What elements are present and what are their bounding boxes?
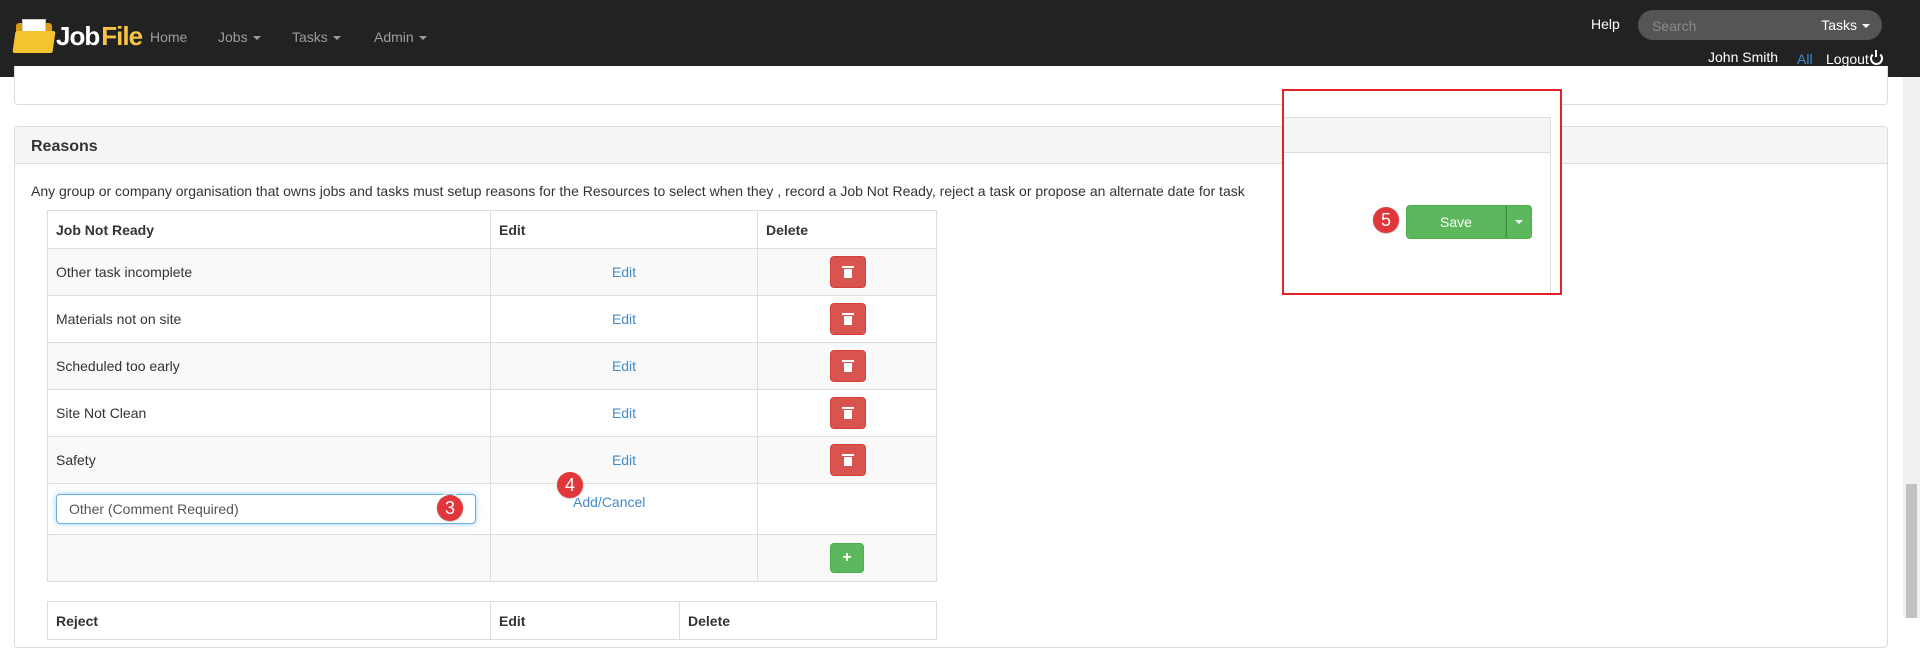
delete-button[interactable]	[830, 444, 866, 476]
reject-table: Reject Edit Delete	[47, 601, 937, 640]
add-reason-button[interactable]: +	[830, 543, 864, 573]
caret-down-icon	[252, 36, 261, 41]
user-name[interactable]: John Smith	[1708, 49, 1778, 65]
panel-title: Reasons	[31, 138, 98, 155]
delete-button[interactable]	[830, 303, 866, 335]
step-badge-3: 3	[435, 493, 465, 523]
column-header: Delete	[757, 210, 937, 249]
new-reason-input[interactable]	[56, 494, 476, 524]
nav-tasks[interactable]: Tasks	[292, 29, 341, 45]
table-row: Materials not on site Edit	[47, 295, 937, 343]
table-row: Site Not Clean Edit	[47, 389, 937, 437]
new-reason-row	[47, 483, 937, 535]
search-scope-dropdown[interactable]: Tasks	[1821, 17, 1870, 33]
trash-icon	[842, 360, 854, 372]
page-scrollbar[interactable]	[1903, 77, 1920, 618]
add-row: +	[47, 534, 937, 582]
panel-heading	[15, 127, 1887, 164]
save-button[interactable]: Save	[1406, 205, 1506, 239]
save-button-group: Save	[1406, 205, 1532, 239]
step-badge-4: 4	[555, 470, 585, 500]
edit-link[interactable]: Edit	[499, 358, 749, 374]
nav-tasks-label: Tasks	[292, 29, 328, 45]
add-cancel-links: Add/Cancel	[573, 494, 645, 510]
brand-text-job: Job	[56, 20, 100, 51]
cancel-link[interactable]: Cancel	[602, 494, 646, 510]
column-header: Delete	[679, 601, 937, 640]
trash-icon	[842, 454, 854, 466]
nav-admin-label: Admin	[374, 29, 414, 45]
nav-jobs[interactable]: Jobs	[218, 29, 261, 45]
trash-icon	[842, 313, 854, 325]
reason-cell: Materials not on site	[47, 295, 491, 343]
caret-down-icon	[1515, 220, 1523, 224]
power-icon	[1869, 50, 1883, 65]
table-row: Other task incomplete Edit	[47, 248, 937, 296]
brand-text-file: File	[101, 20, 143, 51]
jobfile-logo[interactable]: Job File	[12, 10, 143, 62]
caret-down-icon	[332, 36, 341, 41]
help-link[interactable]: Help	[1591, 16, 1620, 32]
scrollbar-thumb[interactable]	[1906, 484, 1917, 618]
save-callout: 5 Save	[1282, 89, 1562, 295]
search-input[interactable]	[1650, 15, 1814, 37]
column-header: Edit	[490, 210, 758, 249]
trash-icon	[842, 407, 854, 419]
callout-panel-border	[1550, 117, 1551, 293]
column-header: Job Not Ready	[47, 210, 491, 249]
search-scope-label: Tasks	[1821, 17, 1857, 33]
plus-icon: +	[842, 549, 852, 566]
logout-label: Logout	[1826, 51, 1869, 67]
nav-admin[interactable]: Admin	[374, 29, 427, 45]
trash-icon	[842, 266, 854, 278]
edit-link[interactable]: Edit	[499, 405, 749, 421]
nav-jobs-label: Jobs	[218, 29, 248, 45]
delete-button[interactable]	[830, 350, 866, 382]
job-not-ready-table: Job Not Ready Edit Delete Other task inc…	[47, 210, 937, 582]
logout-link[interactable]: Logout	[1826, 50, 1883, 67]
table-row: Scheduled too early Edit	[47, 342, 937, 390]
edit-link[interactable]: Edit	[499, 264, 749, 280]
step-badge-5: 5	[1371, 205, 1401, 235]
all-link[interactable]: All	[1797, 51, 1813, 67]
search-box: Tasks	[1638, 10, 1882, 40]
save-dropdown-toggle[interactable]	[1506, 205, 1532, 239]
edit-link[interactable]: Edit	[499, 452, 749, 468]
caret-down-icon	[418, 36, 427, 41]
reason-cell: Scheduled too early	[47, 342, 491, 390]
caret-down-icon	[1862, 24, 1870, 29]
reason-cell: Site Not Clean	[47, 389, 491, 437]
column-header: Edit	[490, 601, 680, 640]
previous-panel	[14, 66, 1888, 105]
reason-cell: Safety	[47, 436, 491, 484]
reason-cell: Other task incomplete	[47, 248, 491, 296]
table-row: Safety Edit	[47, 436, 937, 484]
nav-home[interactable]: Home	[150, 29, 187, 45]
reasons-panel: Reasons Any group or company organisatio…	[14, 126, 1888, 648]
folder-logo-icon	[12, 19, 56, 53]
edit-link[interactable]: Edit	[499, 311, 749, 327]
column-header: Reject	[47, 601, 491, 640]
delete-button[interactable]	[830, 256, 866, 288]
delete-button[interactable]	[830, 397, 866, 429]
reasons-description: Any group or company organisation that o…	[31, 183, 1245, 199]
callout-panel-heading	[1284, 117, 1551, 153]
